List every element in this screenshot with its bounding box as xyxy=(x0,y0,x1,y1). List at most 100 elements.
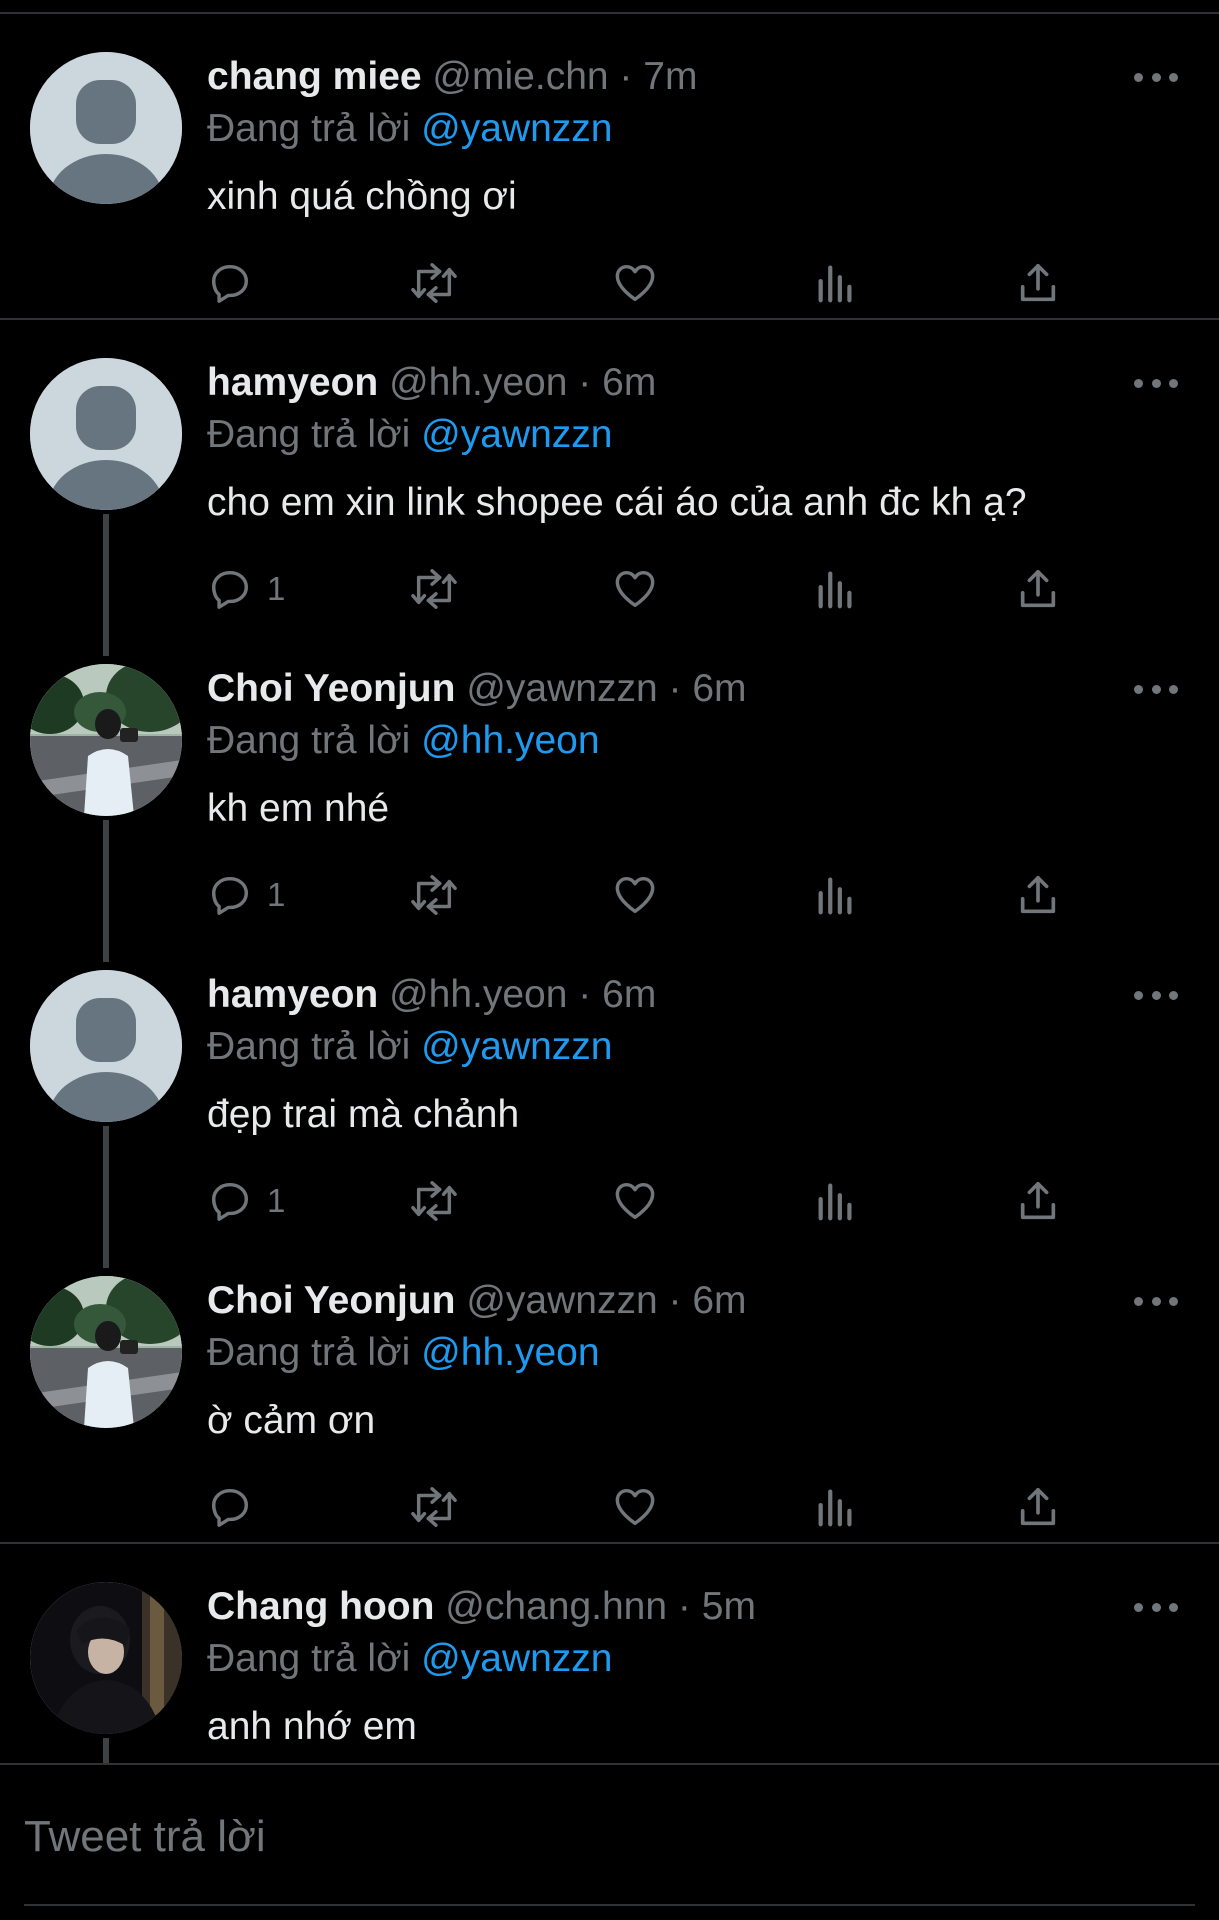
handle[interactable]: @hh.yeon xyxy=(389,361,567,404)
more-icon[interactable] xyxy=(1134,1286,1178,1316)
avatar[interactable] xyxy=(30,1582,182,1734)
mention-link[interactable]: @yawnzzn xyxy=(421,413,612,456)
reply-count: 1 xyxy=(267,570,286,607)
timestamp[interactable]: 7m xyxy=(643,55,697,98)
analytics-button[interactable] xyxy=(813,872,859,918)
more-icon[interactable] xyxy=(1134,368,1178,398)
more-icon[interactable] xyxy=(1134,62,1178,92)
like-button[interactable] xyxy=(611,872,659,918)
avatar[interactable] xyxy=(30,664,182,816)
share-icon xyxy=(1020,1181,1056,1220)
timestamp[interactable]: 6m xyxy=(692,667,746,710)
thread-line xyxy=(103,626,109,656)
mention-link[interactable]: @hh.yeon xyxy=(421,1331,599,1374)
tweet[interactable]: hamyeon @hh.yeon · 6m Đang trả lời @yawn… xyxy=(0,320,1219,626)
display-name[interactable]: hamyeon xyxy=(207,973,378,1016)
tweet[interactable]: Chang hoon @chang.hnn · 5m Đang trả lời … xyxy=(0,1544,1219,1764)
like-button[interactable] xyxy=(611,1178,659,1224)
analytics-button[interactable] xyxy=(813,1484,859,1530)
analytics-icon xyxy=(818,1183,852,1221)
like-icon xyxy=(615,570,655,608)
avatar[interactable] xyxy=(30,358,182,510)
handle[interactable]: @mie.chn xyxy=(432,55,608,98)
reply-icon xyxy=(211,264,249,303)
handle[interactable]: @yawnzzn xyxy=(466,667,657,710)
compose-underline xyxy=(24,1904,1195,1906)
reply-button[interactable]: 1 xyxy=(207,1178,285,1224)
display-name[interactable]: Choi Yeonjun xyxy=(207,1279,455,1322)
display-name[interactable]: Chang hoon xyxy=(207,1585,434,1628)
retweet-icon xyxy=(411,569,457,609)
share-button[interactable] xyxy=(1015,1178,1061,1224)
like-icon xyxy=(615,264,655,302)
timestamp[interactable]: 6m xyxy=(692,1279,746,1322)
reply-button[interactable]: 1 xyxy=(207,566,285,612)
tweet-text: ờ cảm ơn xyxy=(207,1399,376,1442)
mention-link[interactable]: @yawnzzn xyxy=(421,107,612,150)
tweet[interactable]: hamyeon @hh.yeon · 6m Đang trả lời @yawn… xyxy=(0,932,1219,1238)
more-icon[interactable] xyxy=(1134,980,1178,1010)
retweet-button[interactable] xyxy=(409,566,459,612)
avatar[interactable] xyxy=(30,1276,182,1428)
replying-to-label: Đang trả lời xyxy=(207,719,411,762)
mention-link[interactable]: @yawnzzn xyxy=(421,1025,612,1068)
reply-icon xyxy=(211,1488,249,1527)
share-button[interactable] xyxy=(1015,872,1061,918)
compose-divider xyxy=(0,1763,1219,1765)
display-name[interactable]: chang miee xyxy=(207,55,422,98)
separator-dot: · xyxy=(668,667,682,710)
analytics-button[interactable] xyxy=(813,566,859,612)
analytics-icon xyxy=(818,877,852,915)
timestamp[interactable]: 6m xyxy=(602,973,656,1016)
tweet[interactable]: Choi Yeonjun @yawnzzn · 6m Đang trả lời … xyxy=(0,1238,1219,1544)
share-button[interactable] xyxy=(1015,1484,1061,1530)
handle[interactable]: @yawnzzn xyxy=(466,1279,657,1322)
reply-compose-input[interactable]: Tweet trả lời xyxy=(24,1812,266,1862)
handle[interactable]: @hh.yeon xyxy=(389,973,567,1016)
more-icon[interactable] xyxy=(1134,1592,1178,1622)
timestamp[interactable]: 6m xyxy=(602,361,656,404)
tweet[interactable]: Choi Yeonjun @yawnzzn · 6m Đang trả lời … xyxy=(0,626,1219,932)
reply-button[interactable] xyxy=(207,1484,267,1530)
analytics-icon xyxy=(818,1489,852,1527)
analytics-button[interactable] xyxy=(813,1178,859,1224)
share-button[interactable] xyxy=(1015,260,1061,306)
analytics-button[interactable] xyxy=(813,260,859,306)
tweet-header: Choi Yeonjun @yawnzzn · 6m xyxy=(207,666,747,712)
separator-dot: · xyxy=(677,1585,691,1628)
avatar[interactable] xyxy=(30,970,182,1122)
retweet-button[interactable] xyxy=(409,1484,459,1530)
timestamp[interactable]: 5m xyxy=(702,1585,756,1628)
avatar[interactable] xyxy=(30,52,182,204)
more-icon[interactable] xyxy=(1134,674,1178,704)
analytics-icon xyxy=(818,571,852,609)
retweet-button[interactable] xyxy=(409,260,459,306)
retweet-icon xyxy=(411,1181,457,1221)
tweet-actions: 1 xyxy=(207,1178,1067,1224)
separator-dot: · xyxy=(619,55,633,98)
analytics-icon xyxy=(818,265,852,303)
separator-dot: · xyxy=(668,1279,682,1322)
reply-count: 1 xyxy=(267,876,286,913)
display-name[interactable]: Choi Yeonjun xyxy=(207,667,455,710)
profile-photo-icon xyxy=(30,1276,182,1428)
mention-link[interactable]: @yawnzzn xyxy=(421,1637,612,1680)
reply-button[interactable]: 1 xyxy=(207,872,285,918)
retweet-button[interactable] xyxy=(409,872,459,918)
mention-link[interactable]: @hh.yeon xyxy=(421,719,599,762)
replying-to: Đang trả lời @hh.yeon xyxy=(207,718,600,764)
like-button[interactable] xyxy=(611,1484,659,1530)
display-name[interactable]: hamyeon xyxy=(207,361,378,404)
replying-to: Đang trả lời @yawnzzn xyxy=(207,1024,613,1070)
handle[interactable]: @chang.hnn xyxy=(445,1585,667,1628)
reply-feed: chang miee @mie.chn · 7m Đang trả lời @y… xyxy=(0,14,1219,1764)
retweet-icon xyxy=(411,1487,457,1527)
retweet-button[interactable] xyxy=(409,1178,459,1224)
replying-to-label: Đang trả lời xyxy=(207,1331,411,1374)
tweet[interactable]: chang miee @mie.chn · 7m Đang trả lời @y… xyxy=(0,14,1219,320)
like-button[interactable] xyxy=(611,260,659,306)
like-button[interactable] xyxy=(611,566,659,612)
replying-to-label: Đang trả lời xyxy=(207,107,411,150)
share-button[interactable] xyxy=(1015,566,1061,612)
reply-button[interactable] xyxy=(207,260,267,306)
